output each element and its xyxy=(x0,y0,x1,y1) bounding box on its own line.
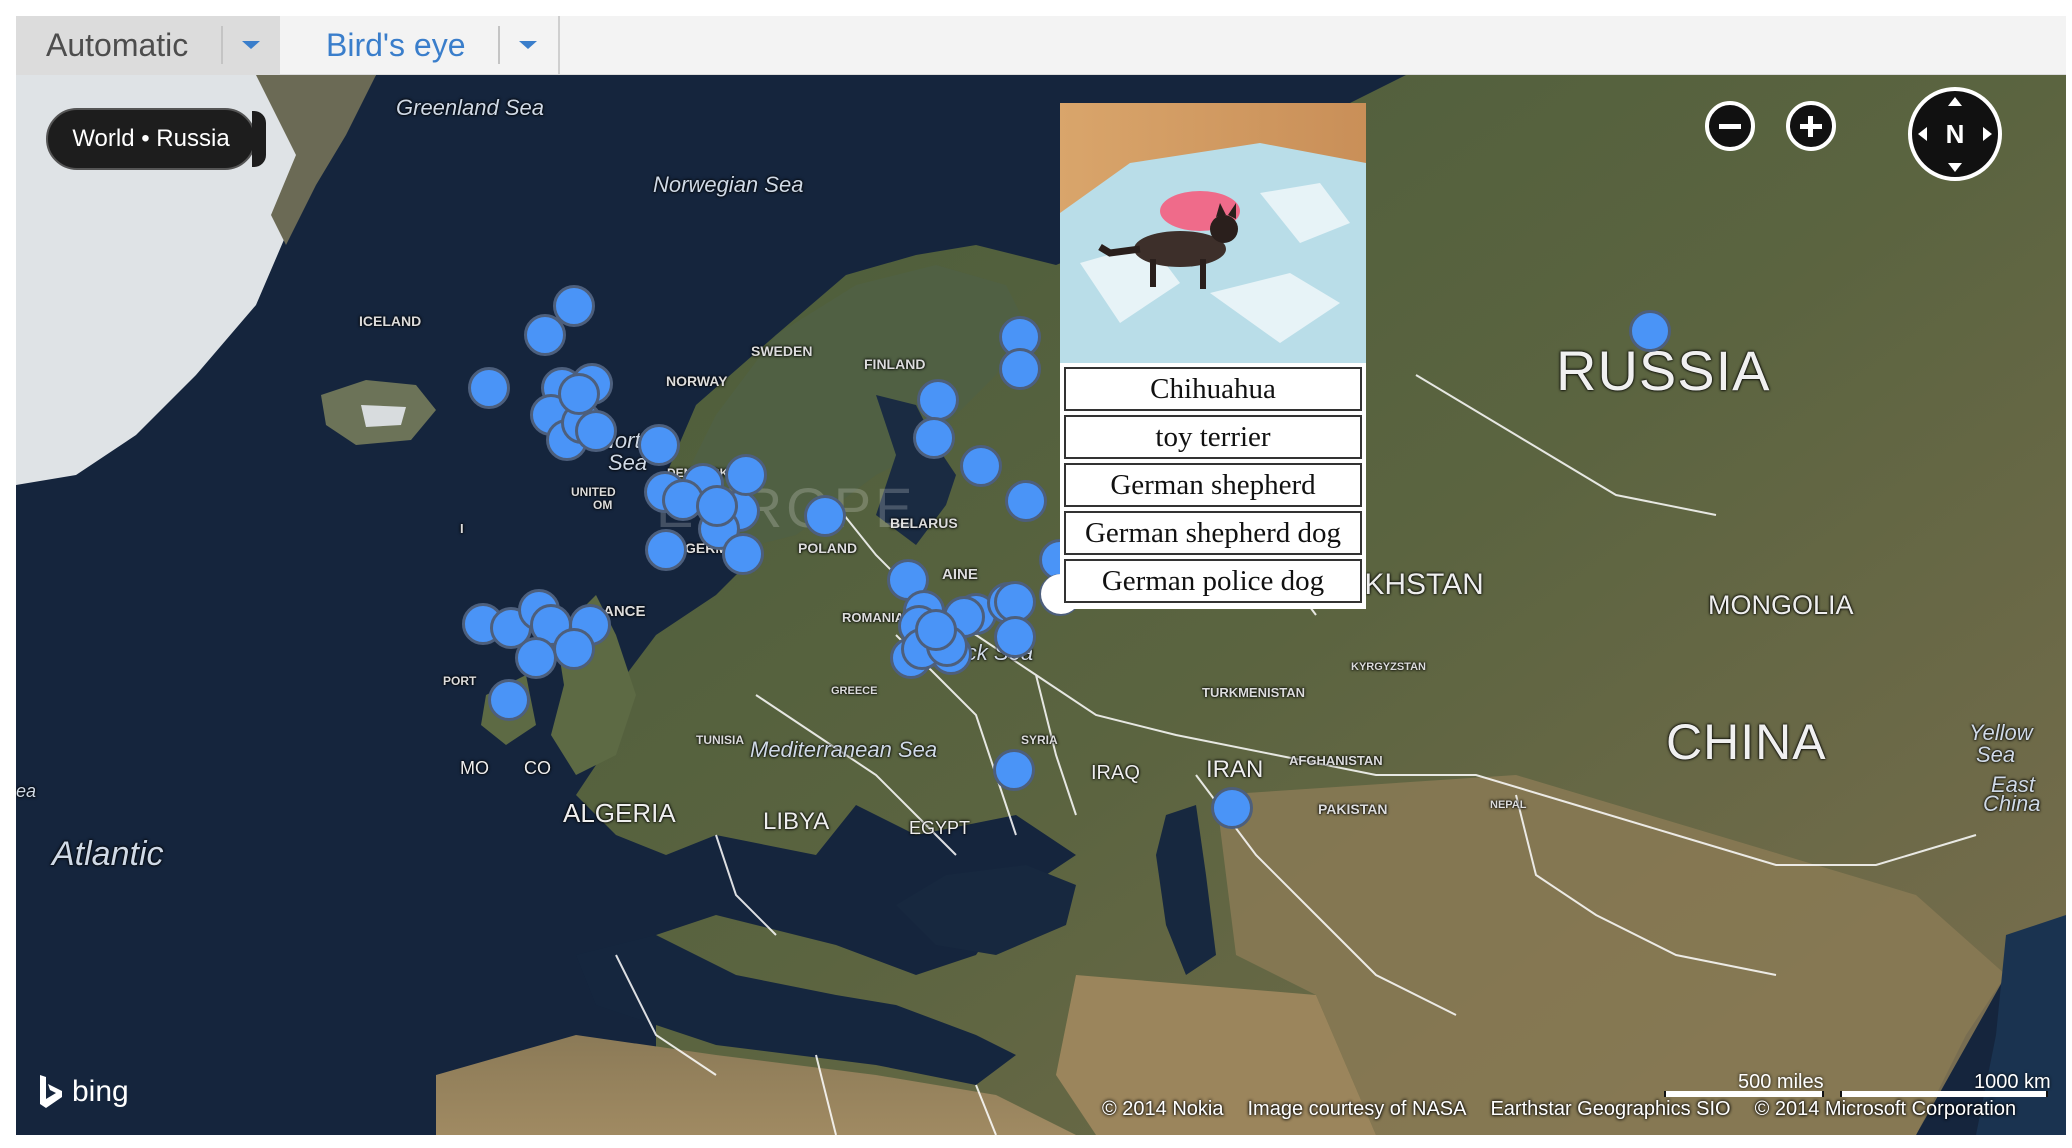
label-mediterranean-sea: Mediterranean Sea xyxy=(750,737,938,762)
location-marker[interactable] xyxy=(524,314,566,356)
label-mongolia: MONGOLIA xyxy=(1708,590,1854,620)
label-iran: IRAN xyxy=(1206,756,1264,783)
chevron-down-icon xyxy=(241,41,260,49)
label-greece: GREECE xyxy=(831,685,878,697)
location-marker[interactable] xyxy=(696,485,738,527)
label-greenland-sea: Greenland Sea xyxy=(396,95,544,120)
label-uk-1: UNITED xyxy=(571,485,616,499)
birds-eye-dropdown[interactable] xyxy=(498,16,558,74)
map-style-button[interactable]: Automatic xyxy=(16,16,221,74)
label-syria: SYRIA xyxy=(1021,733,1058,747)
label-portugal: PORT xyxy=(443,674,477,688)
copyright-nasa: Image courtesy of NASA xyxy=(1247,1098,1467,1120)
bing-label: bing xyxy=(72,1075,129,1108)
map-canvas[interactable]: Greenland Sea Norwegian Sea North Sea Bl… xyxy=(16,75,2066,1135)
copyright-bar: © 2014 Nokia Image courtesy of NASA Eart… xyxy=(1102,1098,2016,1121)
copyright-nokia: © 2014 Nokia xyxy=(1102,1098,1224,1120)
label-china: CHINA xyxy=(1666,714,1827,770)
location-marker[interactable] xyxy=(468,367,510,409)
location-marker[interactable] xyxy=(553,628,595,670)
compass-button[interactable]: N xyxy=(1908,87,2002,181)
location-marker[interactable] xyxy=(638,424,680,466)
location-marker[interactable] xyxy=(488,679,530,721)
label-iraq: IRAQ xyxy=(1091,762,1140,784)
label-sweden: SWEDEN xyxy=(751,343,813,359)
label-algeria: ALGERIA xyxy=(563,798,676,828)
location-marker[interactable] xyxy=(917,379,959,421)
prediction-list: Chihuahua toy terrier German shepherd Ge… xyxy=(1060,363,1366,609)
prediction-item: German police dog xyxy=(1064,559,1362,603)
toolbar-divider xyxy=(221,26,223,64)
arrow-left-icon[interactable] xyxy=(1918,127,1927,141)
label-norwegian-sea: Norwegian Sea xyxy=(653,172,804,197)
label-tunisia: TUNISIA xyxy=(696,733,744,747)
scale-bar-miles xyxy=(1664,1091,1824,1097)
location-marker[interactable] xyxy=(994,616,1036,658)
label-russia: RUSSIA xyxy=(1556,339,1771,402)
label-ukraine: AINE xyxy=(942,566,978,583)
location-marker[interactable] xyxy=(575,410,617,452)
toolbar-divider xyxy=(558,16,560,74)
label-atlantic: Atlantic xyxy=(52,835,164,873)
zoom-out-button[interactable] xyxy=(1705,101,1755,151)
location-marker[interactable] xyxy=(960,445,1002,487)
label-east-china-2: China xyxy=(1983,791,2041,816)
label-edge-sea: ea xyxy=(16,781,37,801)
location-marker[interactable] xyxy=(1629,310,1671,352)
prediction-item: Chihuahua xyxy=(1064,367,1362,411)
plus-icon xyxy=(1808,116,1813,137)
label-kyrgyzstan: KYRGYZSTAN xyxy=(1351,661,1426,673)
label-iceland: ICELAND xyxy=(359,313,422,329)
label-afghanistan: AFGHANISTAN xyxy=(1289,753,1383,768)
label-egypt: EGYPT xyxy=(909,818,971,838)
prediction-item: toy terrier xyxy=(1064,415,1362,459)
label-nepal: NEPAL xyxy=(1490,799,1527,811)
location-marker[interactable] xyxy=(913,417,955,459)
map-toolbar: Automatic Bird's eye xyxy=(16,16,2066,75)
classification-popup: Chihuahua toy terrier German shepherd Ge… xyxy=(1060,103,1366,609)
label-uk-2: OM xyxy=(593,498,613,512)
label-yellow-sea-2: Sea xyxy=(1976,742,2016,767)
label-finland: FINLAND xyxy=(864,356,926,372)
label-libya: LIBYA xyxy=(763,808,830,835)
location-marker[interactable] xyxy=(804,495,846,537)
bing-logo[interactable]: bing xyxy=(38,1075,129,1109)
location-marker[interactable] xyxy=(558,373,600,415)
label-morocco-2: CO xyxy=(524,758,551,778)
location-marker[interactable] xyxy=(1005,480,1047,522)
copyright-microsoft: © 2014 Microsoft Corporation xyxy=(1754,1098,2017,1120)
location-marker[interactable] xyxy=(1211,787,1253,829)
location-marker[interactable] xyxy=(722,533,764,575)
label-poland: POLAND xyxy=(798,540,858,556)
bing-icon xyxy=(40,1075,62,1108)
prediction-item: German shepherd dog xyxy=(1064,511,1362,555)
location-marker[interactable] xyxy=(515,637,557,679)
breadcrumb-tail xyxy=(252,111,266,167)
arrow-right-icon[interactable] xyxy=(1983,127,1992,141)
label-ireland: I xyxy=(460,521,464,536)
prediction-item: German shepherd xyxy=(1064,463,1362,507)
location-marker[interactable] xyxy=(915,609,957,651)
scale-bar-km xyxy=(1840,1091,2048,1097)
location-marker[interactable] xyxy=(993,749,1035,791)
location-marker[interactable] xyxy=(999,348,1041,390)
label-romania: ROMANIA xyxy=(842,610,905,625)
arrow-down-icon[interactable] xyxy=(1948,163,1962,172)
copyright-earthstar: Earthstar Geographics SIO xyxy=(1490,1098,1731,1120)
location-marker[interactable] xyxy=(645,529,687,571)
label-turkmenistan: TURKMENISTAN xyxy=(1202,685,1306,700)
chevron-down-icon xyxy=(519,41,537,49)
label-norway: NORWAY xyxy=(666,373,728,389)
breadcrumb[interactable]: World • Russia xyxy=(46,108,256,170)
label-morocco-1: MO xyxy=(460,758,489,778)
arrow-up-icon[interactable] xyxy=(1948,97,1962,106)
zoom-in-button[interactable] xyxy=(1786,101,1836,151)
minus-icon xyxy=(1719,124,1741,129)
map-style-dropdown[interactable] xyxy=(221,16,280,74)
cat-photo-thumbnail xyxy=(1060,103,1366,363)
label-pakistan: PAKISTAN xyxy=(1318,801,1388,817)
birds-eye-button[interactable]: Bird's eye xyxy=(280,16,498,74)
